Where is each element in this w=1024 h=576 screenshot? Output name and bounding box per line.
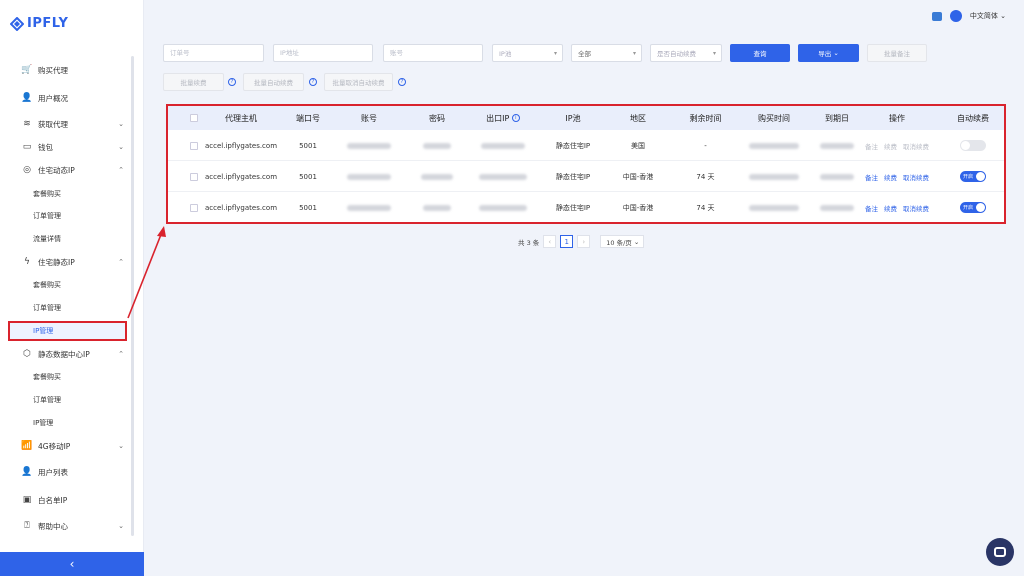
chat-icon xyxy=(994,547,1006,557)
annotation-arrow xyxy=(127,226,166,319)
support-chat-button[interactable] xyxy=(986,538,1014,566)
